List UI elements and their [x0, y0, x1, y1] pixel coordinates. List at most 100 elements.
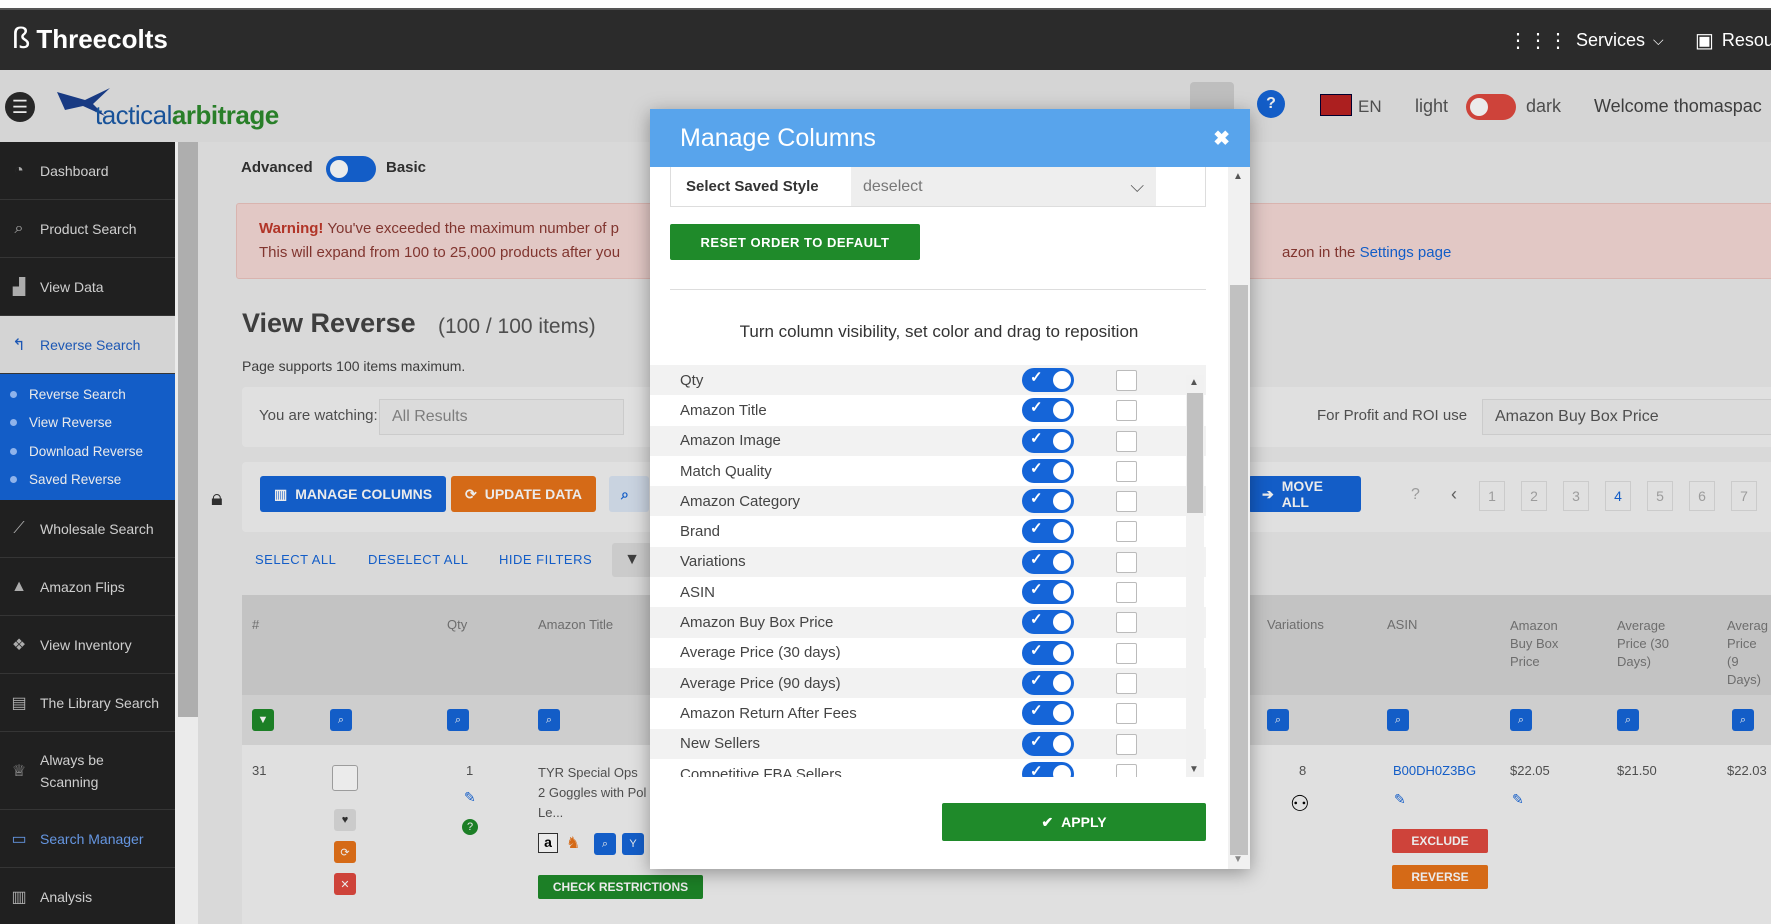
column-row[interactable]: Variations ✓ — [650, 546, 1206, 578]
color-checkbox[interactable] — [1116, 430, 1137, 452]
column-row[interactable]: Brand ✓ — [650, 516, 1206, 546]
visibility-toggle[interactable]: ✓ — [1022, 398, 1074, 423]
resources-label: Resources — [1721, 30, 1771, 50]
column-row[interactable]: Amazon Return After Fees ✓ — [650, 698, 1206, 728]
visibility-toggle[interactable]: ✓ — [1022, 761, 1074, 777]
color-checkbox[interactable] — [1116, 672, 1137, 694]
check-icon: ✓ — [1030, 429, 1043, 447]
check-icon: ✓ — [1030, 702, 1043, 720]
color-checkbox[interactable] — [1116, 612, 1137, 634]
grid-icon: ⋮⋮⋮ — [1508, 30, 1568, 52]
check-icon: ✓ — [1030, 550, 1043, 568]
chevron-down-icon: ⌵ — [1130, 176, 1144, 196]
chevron-down-icon: ⌵ — [1653, 32, 1664, 48]
scroll-down-icon[interactable]: ▼ — [1189, 764, 1199, 775]
check-icon: ✔ — [1041, 813, 1054, 830]
scroll-up-icon[interactable]: ▲ — [1189, 377, 1199, 388]
column-name: Amazon Category — [680, 492, 801, 510]
check-icon: ✓ — [1030, 611, 1043, 629]
reset-order-button[interactable]: RESET ORDER TO DEFAULT — [670, 224, 920, 260]
column-name: ASIN — [680, 583, 716, 601]
check-icon: ✓ — [1030, 671, 1043, 689]
column-list: Qty ✓ Amazon Title ✓ Amazon Image ✓ Match Qual… — [650, 365, 1206, 777]
modal-title: Manage Columns — [680, 123, 876, 152]
color-checkbox[interactable] — [1116, 400, 1137, 422]
color-checkbox[interactable] — [1116, 551, 1137, 573]
column-row[interactable]: Amazon Buy Box Price ✓ — [650, 607, 1206, 638]
saved-style-select[interactable]: deselect ⌵ — [851, 167, 1156, 206]
brand-name: Threecolts — [36, 23, 168, 54]
instructions-text: Turn column visibility, set color and dr… — [739, 322, 1139, 341]
color-checkbox[interactable] — [1116, 582, 1137, 604]
modal-scrollbar[interactable]: ▲ ▼ — [1228, 167, 1250, 869]
visibility-toggle[interactable]: ✓ — [1022, 549, 1074, 574]
column-row[interactable]: Amazon Title ✓ — [650, 395, 1206, 425]
visibility-toggle[interactable]: ✓ — [1022, 640, 1074, 665]
threecolts-logo[interactable]: ß Threecolts — [12, 22, 168, 56]
column-row[interactable]: Amazon Image ✓ — [650, 425, 1206, 456]
modal-body: Select Saved Style deselect ⌵ RESET ORDE… — [650, 167, 1228, 869]
column-list-scrollbar[interactable]: ▲ ▼ — [1186, 375, 1204, 777]
visibility-toggle[interactable]: ✓ — [1022, 701, 1074, 726]
column-name: Average Price (30 days) — [680, 644, 841, 662]
column-row[interactable]: Average Price (30 days) ✓ — [650, 638, 1206, 668]
top-bar: ßThreecolts ⋮⋮⋮ Services ⌵ ▣ Resources — [0, 10, 1771, 70]
close-icon[interactable]: ✖ — [1213, 126, 1230, 151]
check-icon: ✓ — [1030, 459, 1043, 477]
check-icon: ✓ — [1030, 581, 1043, 599]
browser-edge — [0, 0, 1771, 10]
visibility-toggle[interactable]: ✓ — [1022, 670, 1074, 695]
services-label: Services — [1576, 30, 1646, 50]
apply-label: APPLY — [1061, 814, 1107, 830]
color-checkbox[interactable] — [1116, 763, 1137, 777]
column-row[interactable]: Average Price (90 days) ✓ — [650, 667, 1206, 699]
visibility-toggle[interactable]: ✓ — [1022, 489, 1074, 514]
visibility-toggle[interactable]: ✓ — [1022, 580, 1074, 605]
column-name: New Sellers — [680, 735, 761, 753]
check-icon: ✓ — [1030, 762, 1043, 777]
column-name: Variations — [680, 553, 746, 571]
resources-menu[interactable]: ▣ Resources — [1695, 28, 1771, 53]
scroll-up-icon[interactable]: ▲ — [1233, 171, 1243, 182]
color-checkbox[interactable] — [1116, 460, 1137, 482]
scroll-down-icon[interactable]: ▼ — [1233, 854, 1243, 865]
column-name: Average Price (90 days) — [680, 674, 841, 692]
visibility-toggle[interactable]: ✓ — [1022, 519, 1074, 544]
column-row[interactable]: Qty ✓ — [650, 365, 1206, 396]
column-row[interactable]: Match Quality ✓ — [650, 456, 1206, 486]
color-checkbox[interactable] — [1116, 491, 1137, 513]
saved-style-field: Select Saved Style deselect ⌵ — [670, 167, 1206, 207]
check-icon: ✓ — [1030, 490, 1043, 508]
column-name: Qty — [680, 371, 704, 389]
column-name: Amazon Image — [680, 432, 781, 450]
color-checkbox[interactable] — [1116, 642, 1137, 664]
column-row[interactable]: Competitive FBA Sellers ✓ — [650, 759, 1206, 777]
visibility-toggle[interactable]: ✓ — [1022, 458, 1074, 483]
book-icon: ▣ — [1695, 30, 1714, 52]
saved-style-value: deselect — [863, 177, 923, 195]
column-name: Amazon Title — [680, 401, 767, 419]
check-icon: ✓ — [1030, 641, 1043, 659]
color-checkbox[interactable] — [1116, 370, 1137, 391]
column-name: Match Quality — [680, 462, 772, 480]
visibility-toggle[interactable]: ✓ — [1022, 368, 1074, 392]
scroll-thumb[interactable] — [1187, 393, 1203, 513]
column-row[interactable]: New Sellers ✓ — [650, 728, 1206, 759]
scroll-thumb[interactable] — [1230, 285, 1248, 855]
visibility-toggle[interactable]: ✓ — [1022, 731, 1074, 756]
color-checkbox[interactable] — [1116, 521, 1137, 543]
column-name: Amazon Return After Fees — [680, 704, 857, 722]
visibility-toggle[interactable]: ✓ — [1022, 428, 1074, 453]
color-checkbox[interactable] — [1116, 703, 1137, 725]
apply-button[interactable]: ✔ APPLY — [942, 803, 1206, 841]
check-icon: ✓ — [1030, 520, 1043, 538]
column-row[interactable]: ASIN ✓ — [650, 577, 1206, 607]
divider — [670, 289, 1206, 290]
column-name: Brand — [680, 523, 721, 541]
modal-header: Manage Columns ✖ — [650, 109, 1250, 167]
color-checkbox[interactable] — [1116, 733, 1137, 755]
services-menu[interactable]: ⋮⋮⋮ Services ⌵ — [1508, 28, 1664, 53]
visibility-toggle[interactable]: ✓ — [1022, 610, 1074, 635]
column-row[interactable]: Amazon Category ✓ — [650, 486, 1206, 517]
saved-style-label: Select Saved Style — [686, 178, 819, 195]
